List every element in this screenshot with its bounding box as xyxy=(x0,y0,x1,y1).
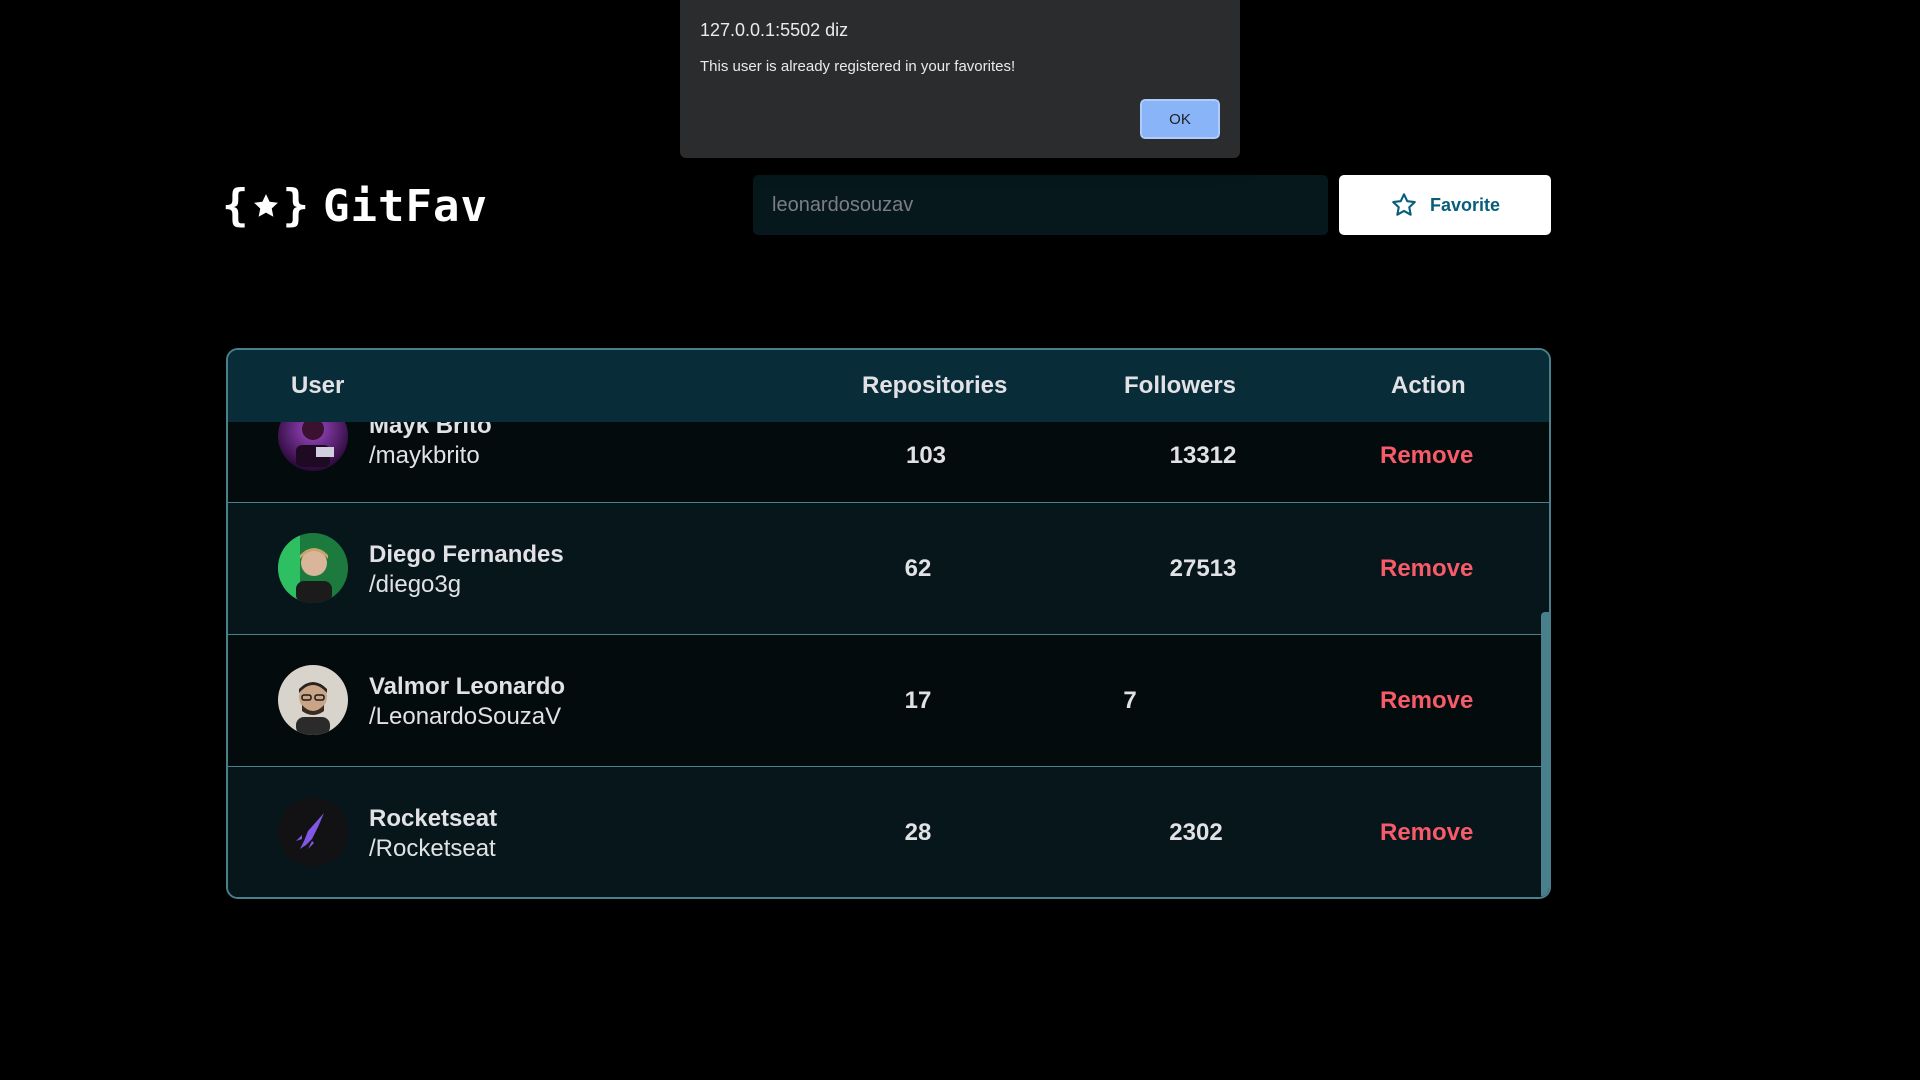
column-header-action: Action xyxy=(1391,372,1466,399)
user-login-link[interactable]: /maykbrito xyxy=(369,442,480,470)
table-row: Valmor Leonardo /LeonardoSouzaV 17 7 Rem… xyxy=(228,634,1549,766)
avatar xyxy=(278,422,348,471)
user-name: Mayk Brito xyxy=(369,422,492,439)
user-login-link[interactable]: /LeonardoSouzaV xyxy=(369,703,561,731)
remove-button[interactable]: Remove xyxy=(1380,555,1473,583)
braces-star-icon: { } xyxy=(222,180,309,231)
table-row: Rocketseat /Rocketseat 28 2302 Remove xyxy=(228,766,1549,897)
column-header-user: User xyxy=(291,372,345,399)
remove-button[interactable]: Remove xyxy=(1380,442,1473,470)
column-header-followers: Followers xyxy=(1124,372,1237,399)
favorite-button-label: Favorite xyxy=(1429,194,1501,215)
avatar xyxy=(278,533,348,603)
column-header-repositories: Repositories xyxy=(862,372,1008,399)
alert-dialog: 127.0.0.1:5502 diz This user is already … xyxy=(680,0,1240,158)
avatar xyxy=(278,665,348,735)
favorites-table: User Repositories Followers Action Mayk … xyxy=(226,348,1551,899)
favorite-button[interactable]: Favorite xyxy=(1339,175,1551,235)
dialog-origin: 127.0.0.1:5502 diz xyxy=(700,20,849,40)
remove-button[interactable]: Remove xyxy=(1380,687,1473,715)
avatar xyxy=(278,797,348,867)
followers-count: 2302 xyxy=(1169,819,1223,846)
user-name: Rocketseat xyxy=(369,805,498,832)
logo: { } GitFav xyxy=(222,178,488,234)
table-body[interactable]: Mayk Brito /maykbrito 103 13312 Remove D… xyxy=(228,422,1549,897)
star-outline-icon xyxy=(1392,193,1416,216)
user-name: Diego Fernandes xyxy=(369,541,564,568)
repositories-count: 17 xyxy=(904,687,932,714)
search-input-value: leonardosouzav xyxy=(772,193,914,216)
app-title: GitFav xyxy=(323,180,488,232)
user-name: Valmor Leonardo xyxy=(369,673,566,700)
user-login-link[interactable]: /Rocketseat xyxy=(369,835,496,863)
remove-button[interactable]: Remove xyxy=(1380,819,1473,847)
repositories-count: 28 xyxy=(904,819,932,846)
repositories-count: 62 xyxy=(904,555,932,582)
followers-count: 7 xyxy=(1123,687,1137,714)
table-header: User Repositories Followers Action xyxy=(228,350,1549,422)
repositories-count: 103 xyxy=(905,442,947,469)
followers-count: 27513 xyxy=(1169,555,1237,582)
user-login-link[interactable]: /diego3g xyxy=(369,571,461,599)
table-row: Mayk Brito /maykbrito 103 13312 Remove xyxy=(228,422,1549,502)
followers-count: 13312 xyxy=(1169,442,1237,469)
dialog-message: This user is already registered in your … xyxy=(700,58,1016,75)
search-input[interactable]: leonardosouzav xyxy=(753,175,1328,235)
table-scrollbar[interactable] xyxy=(1541,612,1549,897)
ok-button[interactable]: OK xyxy=(1139,98,1221,140)
table-row: Diego Fernandes /diego3g 62 27513 Remove xyxy=(228,502,1549,634)
